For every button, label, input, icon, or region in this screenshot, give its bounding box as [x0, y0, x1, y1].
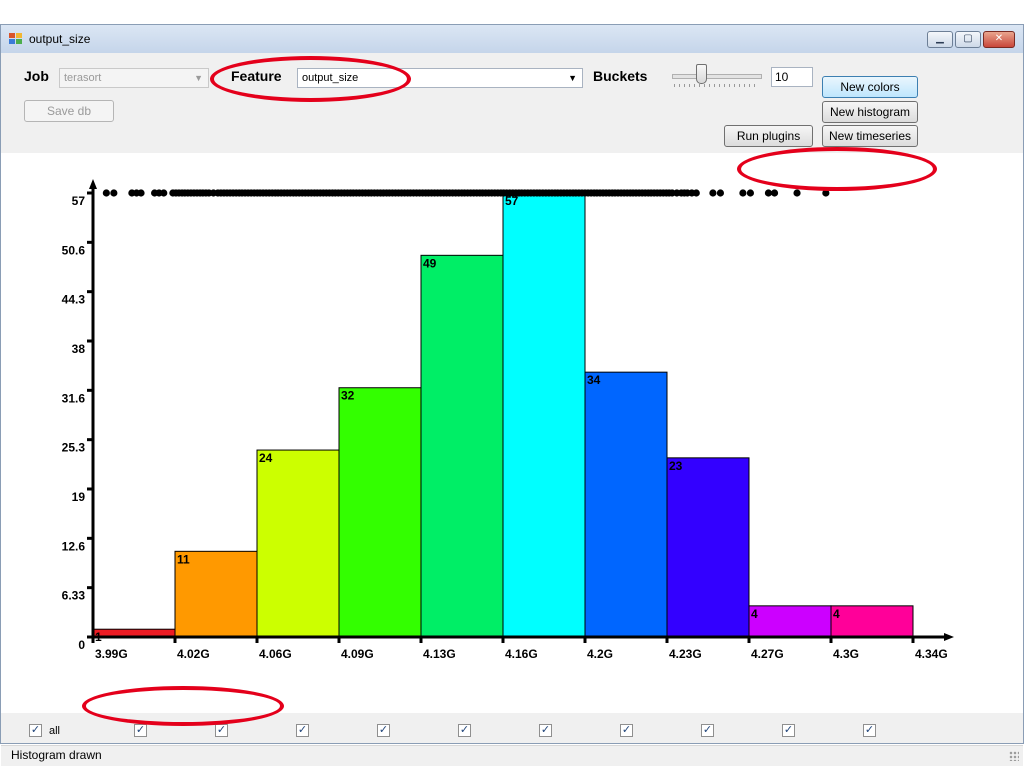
y-axis-arrow	[89, 179, 97, 189]
chart-area: 1112432495734234406.3312.61925.331.63844…	[1, 153, 1023, 713]
rug-point	[692, 189, 700, 197]
rug-point	[160, 189, 168, 197]
buckets-input[interactable]: 10	[771, 67, 813, 87]
bucket-checkbox[interactable]: ✓	[620, 724, 633, 737]
bar-value-label: 4	[751, 607, 758, 621]
bar-value-label: 32	[341, 389, 355, 403]
maximize-button[interactable]: ▢	[955, 31, 981, 48]
window-title: output_size	[29, 32, 91, 46]
new-colors-button[interactable]: New colors	[822, 76, 918, 98]
slider-ticks	[674, 84, 758, 87]
all-checkbox[interactable]: ✓	[29, 724, 42, 737]
x-tick-label: 4.13G	[423, 647, 456, 661]
bucket-checkbox-row: all ✓ ✓ ✓ ✓ ✓ ✓ ✓ ✓ ✓ ✓ ✓	[1, 713, 1023, 743]
title-bar[interactable]: output_size ▁ ▢ ✕	[1, 25, 1023, 53]
status-bar: Histogram drawn	[1, 745, 1023, 766]
x-tick-label: 4.34G	[915, 647, 948, 661]
x-tick-label: 4.3G	[833, 647, 859, 661]
bar-value-label: 4	[833, 607, 840, 621]
feature-label: Feature	[231, 68, 282, 84]
buckets-label: Buckets	[593, 68, 648, 84]
x-tick-label: 4.09G	[341, 647, 374, 661]
bucket-checkbox[interactable]: ✓	[782, 724, 795, 737]
save-db-button[interactable]: Save db	[24, 100, 114, 122]
x-tick-label: 3.99G	[95, 647, 128, 661]
close-icon: ✕	[994, 33, 1004, 44]
bucket-checkbox[interactable]: ✓	[215, 724, 228, 737]
bar-value-label: 23	[669, 459, 683, 473]
bucket-checkbox[interactable]: ✓	[296, 724, 309, 737]
app-window: output_size ▁ ▢ ✕ Job terasort ▼ Save db…	[0, 24, 1024, 766]
minimize-button[interactable]: ▁	[927, 31, 953, 48]
histogram-bar	[666, 457, 750, 638]
x-tick-label: 4.23G	[669, 647, 702, 661]
chevron-down-icon: ▼	[194, 73, 203, 83]
x-tick-label: 4.02G	[177, 647, 210, 661]
buckets-slider[interactable]	[668, 62, 764, 90]
histogram-bar	[256, 449, 340, 638]
rug-point	[746, 189, 755, 197]
run-plugins-button[interactable]: Run plugins	[724, 125, 813, 147]
resize-grip-icon[interactable]	[1009, 751, 1019, 761]
rug-point	[709, 189, 717, 197]
bucket-checkbox[interactable]: ✓	[701, 724, 714, 737]
rug-point	[716, 189, 725, 197]
job-combo[interactable]: terasort ▼	[59, 68, 209, 88]
maximize-icon: ▢	[963, 33, 973, 44]
histogram-bar	[502, 192, 586, 638]
new-timeseries-button[interactable]: New timeseries	[822, 125, 918, 147]
rug-point	[102, 189, 110, 197]
feature-value: output_size	[302, 72, 359, 84]
y-tick-label: 6.33	[62, 589, 86, 603]
job-value: terasort	[64, 72, 102, 84]
bucket-checkbox[interactable]: ✓	[377, 724, 390, 737]
y-tick-label: 25.3	[62, 441, 86, 455]
close-button[interactable]: ✕	[983, 31, 1015, 48]
histogram-bar	[748, 605, 832, 638]
rug-point	[793, 189, 801, 197]
new-histogram-button[interactable]: New histogram	[822, 101, 918, 123]
histogram-bar	[420, 254, 504, 638]
bucket-checkbox[interactable]: ✓	[539, 724, 552, 737]
slider-track[interactable]	[672, 74, 762, 79]
rug-point	[739, 189, 747, 197]
x-tick-label: 4.16G	[505, 647, 538, 661]
bucket-checkbox[interactable]: ✓	[458, 724, 471, 737]
x-axis-arrow	[944, 633, 954, 641]
all-label: all	[49, 725, 61, 737]
status-text: Histogram drawn	[11, 748, 102, 762]
y-tick-label: 0	[78, 638, 85, 652]
bar-value-label: 11	[177, 552, 190, 566]
bucket-checkbox[interactable]: ✓	[134, 724, 147, 737]
histogram-chart: 1112432495734234406.3312.61925.331.63844…	[62, 179, 954, 661]
rug-point	[770, 189, 779, 197]
job-label: Job	[24, 68, 49, 84]
bar-value-label: 49	[423, 256, 437, 270]
chevron-down-icon: ▼	[568, 73, 577, 83]
y-tick-label: 12.6	[62, 539, 86, 553]
toolbar: Job terasort ▼ Save db Feature output_si…	[1, 53, 1023, 147]
y-tick-label: 44.3	[62, 293, 86, 307]
histogram-bar	[830, 605, 914, 638]
x-tick-label: 4.06G	[259, 647, 292, 661]
feature-combo[interactable]: output_size ▼	[297, 68, 583, 88]
y-tick-label: 38	[72, 342, 86, 356]
x-tick-label: 4.27G	[751, 647, 784, 661]
rug-point	[110, 189, 118, 197]
rug-point	[822, 189, 830, 197]
x-tick-label: 4.2G	[587, 647, 613, 661]
bucket-checkbox[interactable]: ✓	[863, 724, 876, 737]
slider-thumb[interactable]	[696, 64, 707, 84]
bar-value-label: 24	[259, 451, 273, 465]
histogram-bar	[338, 387, 422, 638]
app-icon	[9, 33, 23, 45]
minimize-icon: ▁	[936, 33, 944, 44]
y-tick-label: 50.6	[62, 243, 86, 257]
rug-point	[137, 189, 145, 197]
histogram-bar	[584, 371, 668, 638]
bar-value-label: 34	[587, 373, 601, 387]
y-tick-label: 31.6	[62, 391, 86, 405]
y-tick-label: 19	[72, 490, 86, 504]
y-tick-label: 57	[72, 194, 86, 208]
